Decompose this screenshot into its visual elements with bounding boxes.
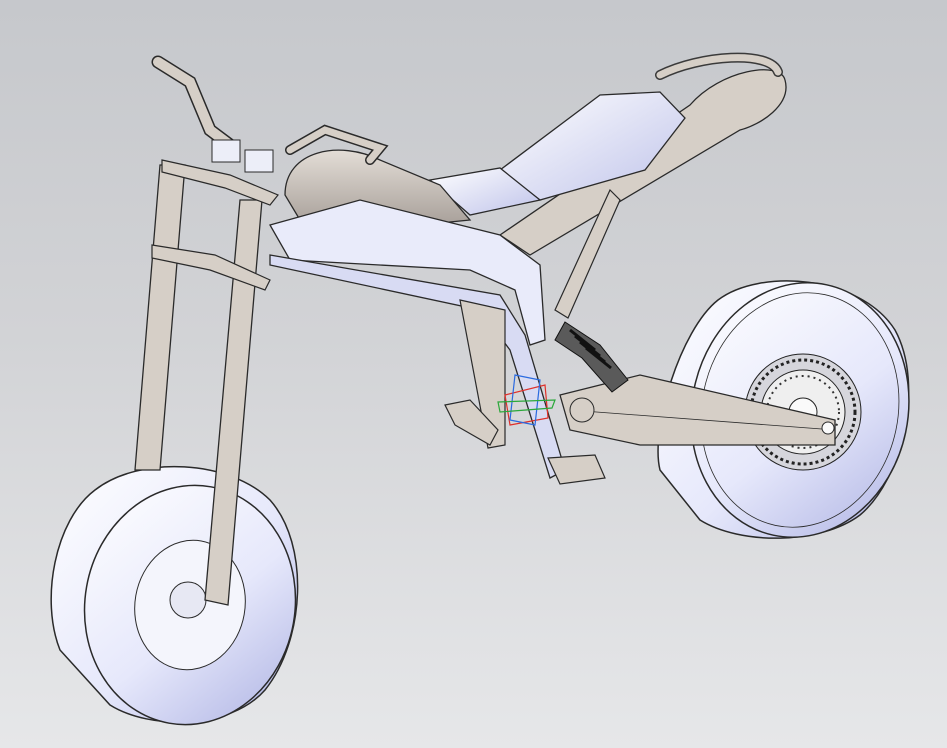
front-wheel[interactable] xyxy=(50,465,314,742)
handlebar[interactable] xyxy=(151,55,274,173)
footpeg-right xyxy=(547,454,606,485)
rear-shock xyxy=(554,321,629,393)
bike-model[interactable] xyxy=(0,0,947,748)
cad-viewport[interactable] xyxy=(0,0,947,748)
